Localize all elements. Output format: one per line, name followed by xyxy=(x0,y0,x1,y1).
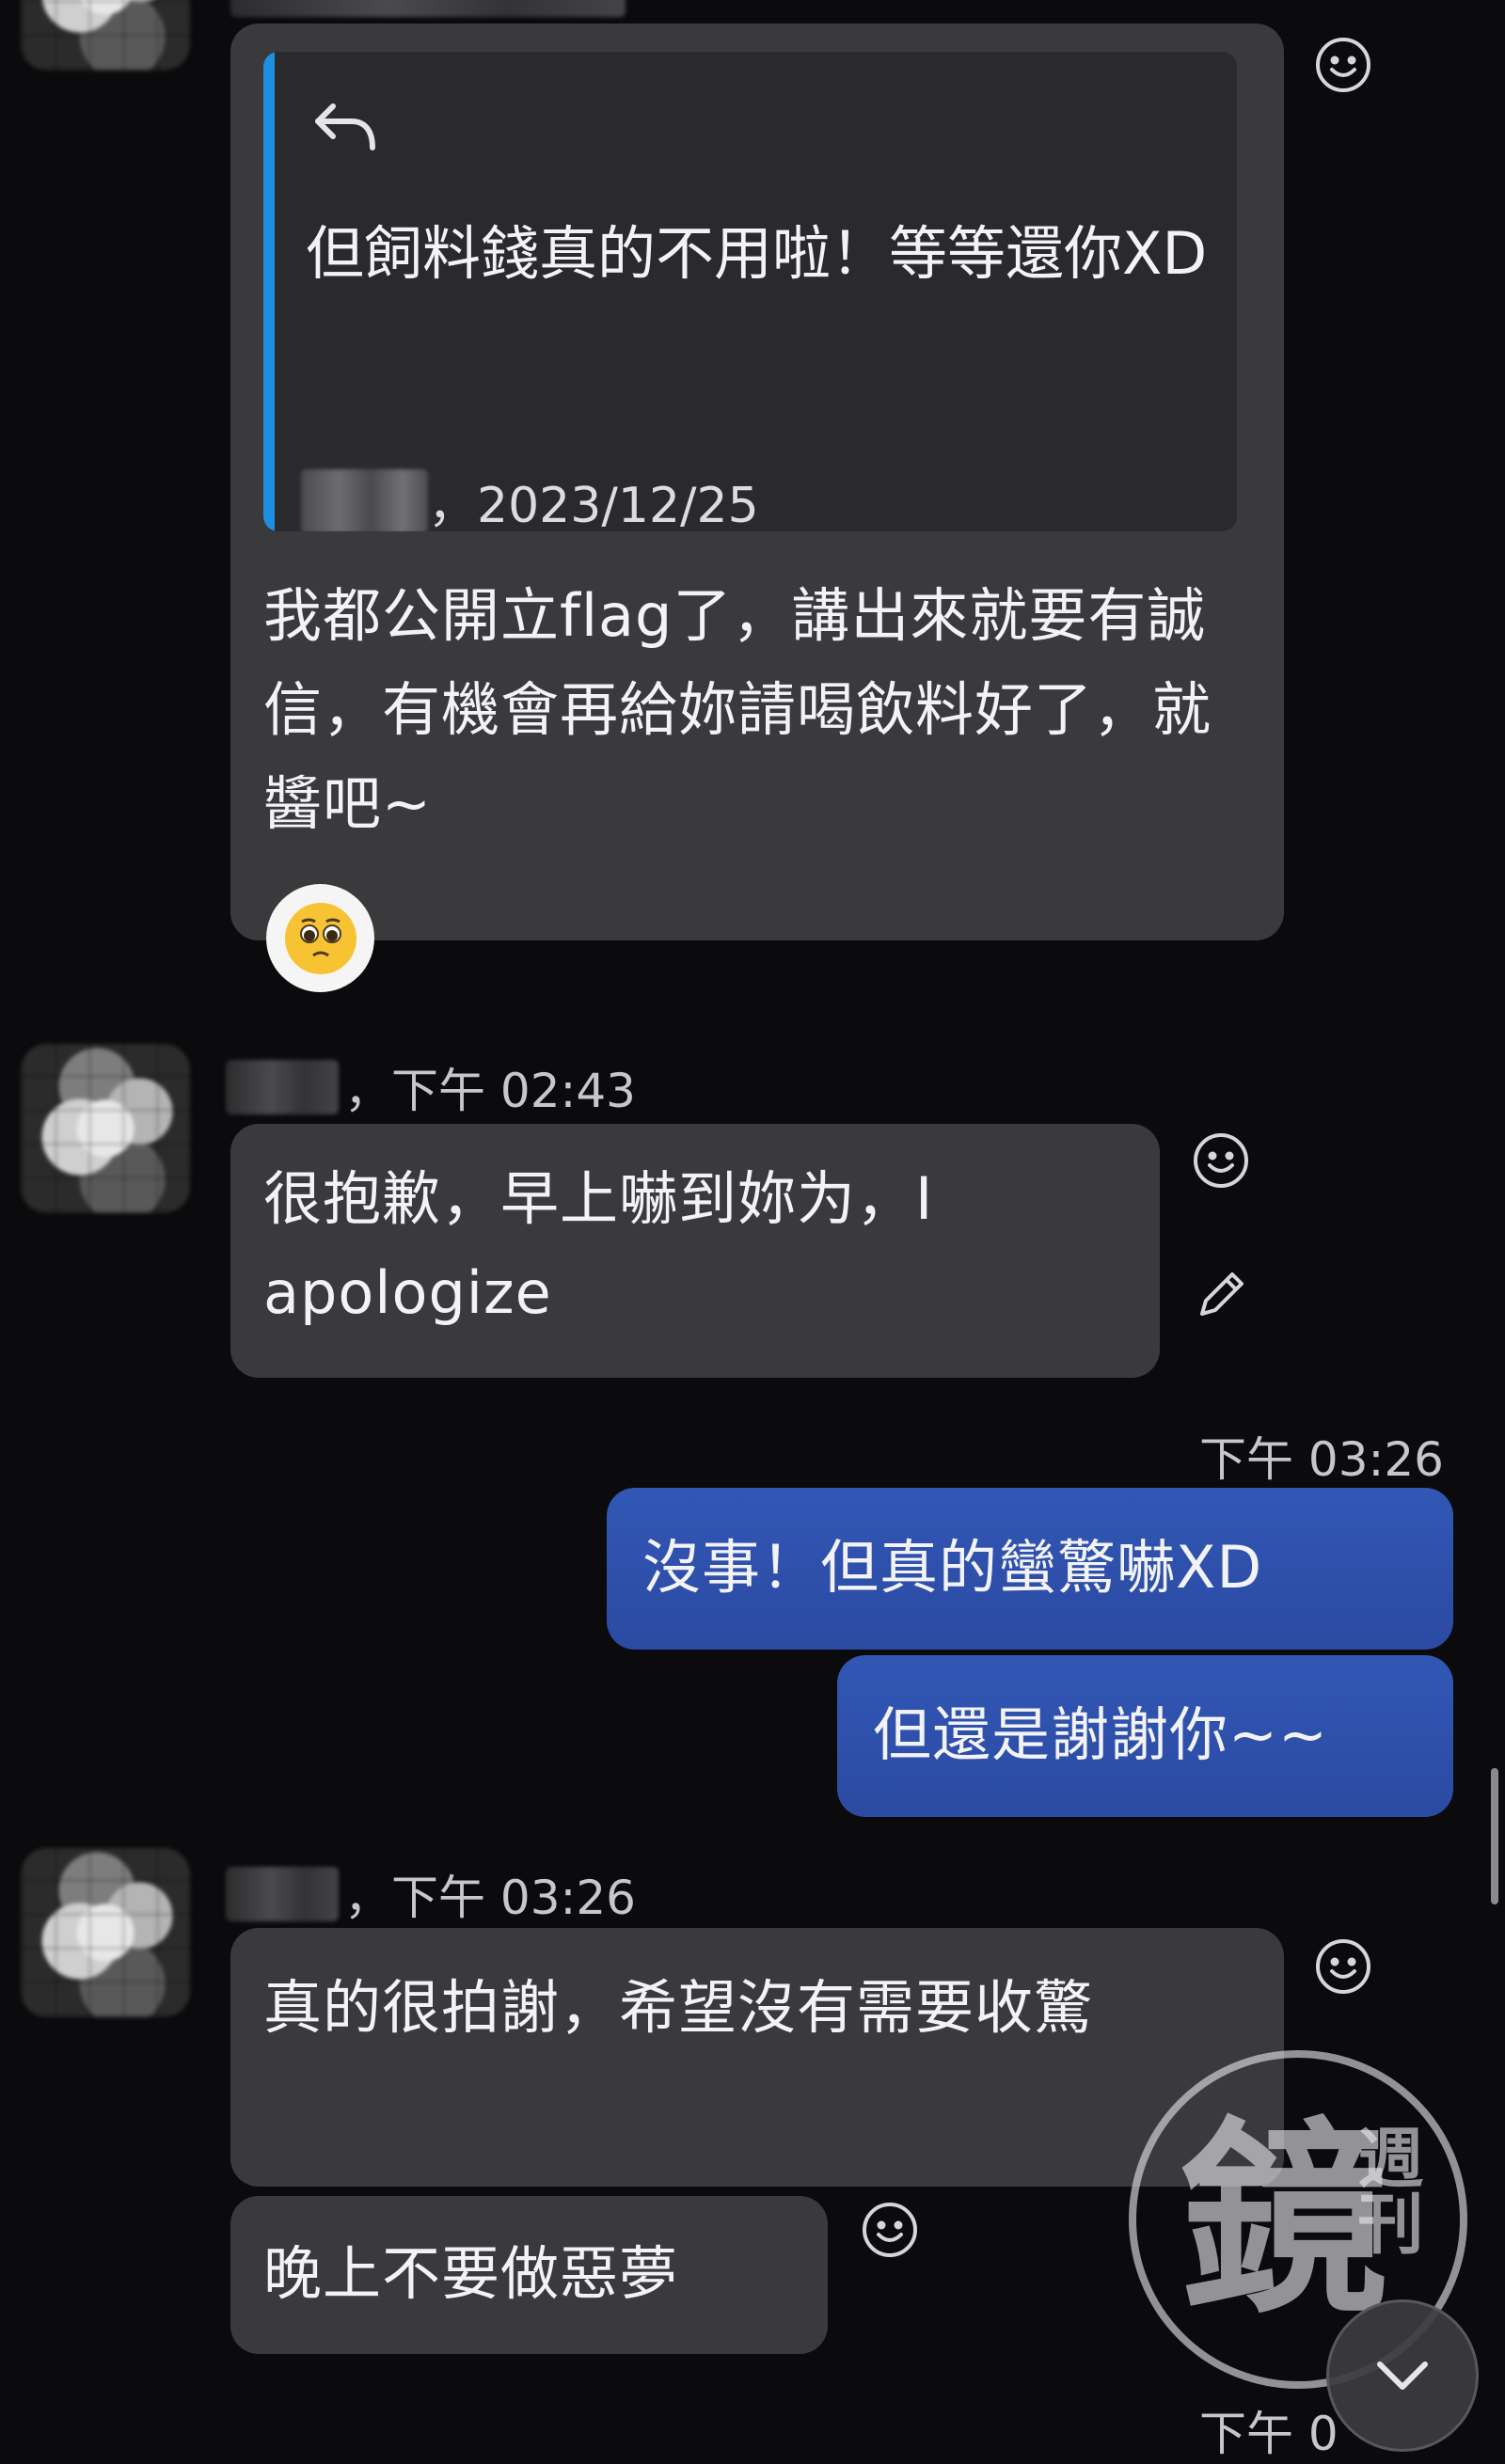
quoted-date: ，2023/12/25 xyxy=(428,478,759,531)
pleading-face-emoji xyxy=(284,902,356,974)
smiley-icon[interactable] xyxy=(1314,1937,1372,1996)
avatar[interactable] xyxy=(21,1848,190,2017)
message-time-partial: 下午 0 xyxy=(1199,2407,1339,2461)
watermark-sub-chars: 週刊 xyxy=(1347,2124,1425,2255)
scrollbar-thumb[interactable] xyxy=(1491,1768,1498,1904)
message-text: 晚上不要做惡夢 xyxy=(263,2239,679,2308)
quote-accent-bar xyxy=(263,52,275,531)
sender-name-blurred xyxy=(226,1060,339,1114)
quoted-text: 但飼料錢真的不用啦！等等還你XD xyxy=(306,219,1208,288)
sender-line: ，下午 03:26 xyxy=(226,1860,636,1928)
pencil-icon[interactable] xyxy=(1193,1265,1251,1323)
my-message-text: 沒事！但真的蠻驚嚇XD xyxy=(642,1533,1263,1602)
sender-line-top xyxy=(230,0,631,17)
scroll-down-button[interactable] xyxy=(1326,2299,1479,2452)
message-time: ，下午 03:26 xyxy=(344,1871,636,1925)
message-text: 真的很拍謝，希望沒有需要收驚 xyxy=(263,1973,1094,2042)
avatar[interactable] xyxy=(21,0,190,71)
quoted-sender-blurred xyxy=(301,468,428,531)
message-time: ，下午 02:43 xyxy=(344,1064,636,1118)
smiley-icon[interactable] xyxy=(861,2201,919,2259)
smiley-icon[interactable] xyxy=(1314,36,1372,94)
sender-line: ，下午 02:43 xyxy=(226,1053,636,1121)
message-text: 很抱歉，早上嚇到妳为，I apologize xyxy=(263,1164,954,1327)
chat-screen: 但飼料錢真的不用啦！等等還你XD ，2023/12/25 我都公開立flag了，… xyxy=(0,0,1505,2461)
my-message-text: 但還是謝謝你~~ xyxy=(873,1700,1328,1769)
quoted-meta: ，2023/12/25 xyxy=(301,466,759,531)
reply-arrow-icon xyxy=(310,99,378,155)
smiley-icon[interactable] xyxy=(1192,1131,1250,1190)
sender-name-blurred xyxy=(226,1867,339,1921)
chevron-down-icon xyxy=(1377,2361,1428,2390)
message-time: 下午 03:26 xyxy=(1199,1432,1444,1487)
reaction-emoji[interactable] xyxy=(266,884,374,992)
avatar[interactable] xyxy=(21,1044,190,1213)
sender-name-blurred xyxy=(230,0,626,17)
quoted-message[interactable]: 但飼料錢真的不用啦！等等還你XD ，2023/12/25 xyxy=(263,52,1237,531)
message-text: 我都公開立flag了，講出來就要有誠信，有機會再給妳請喝飲料好了，就醬吧~ xyxy=(263,581,1212,838)
